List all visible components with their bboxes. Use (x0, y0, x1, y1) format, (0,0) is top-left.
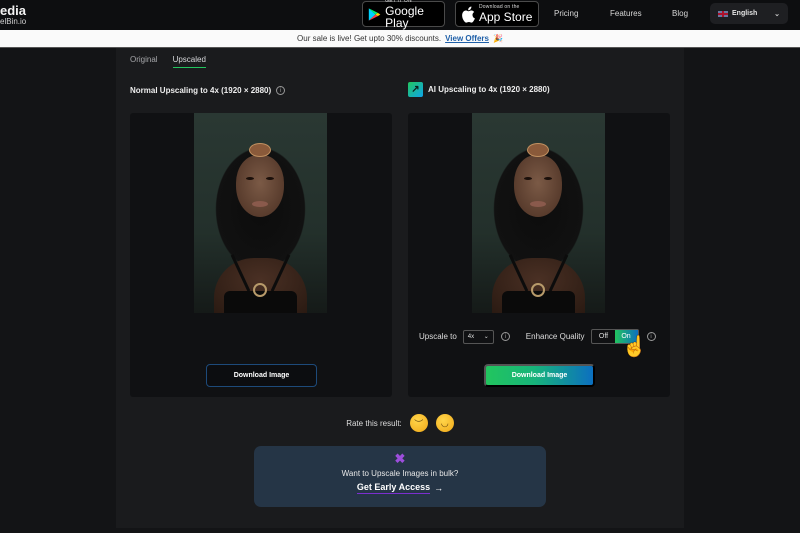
bulk-text: Want to Upscale Images in bulk? (341, 469, 459, 478)
app-store-big: App Store (479, 10, 533, 24)
app-store-button[interactable]: Download on the App Store (455, 1, 539, 27)
chevron-down-icon: ⌄ (774, 10, 780, 18)
view-tabs: Original Upscaled (130, 55, 206, 68)
rating-row: Rate this result: ︶ ◡ (116, 414, 684, 432)
download-ai-button[interactable]: Download Image (484, 364, 595, 387)
google-play-big: Google Play (385, 4, 424, 30)
happy-face-icon[interactable]: ◡ (435, 414, 454, 432)
tab-upscaled[interactable]: Upscaled (172, 55, 206, 68)
top-header: edia elBin.io GET IT ON Google Play Down… (0, 0, 800, 30)
ai-upscale-panel: Upscale to 4x ⌄ i Enhance Quality Off On… (408, 113, 670, 397)
google-play-button[interactable]: GET IT ON Google Play (362, 0, 445, 30)
toggle-off[interactable]: Off (592, 333, 616, 340)
upscale-arrow-icon: ↗ (408, 82, 423, 97)
language-label: English (732, 10, 758, 17)
ai-upscaling-label: AI Upscaling to 4x (1920 × 2880) (428, 85, 550, 94)
logo[interactable]: edia elBin.io (0, 2, 60, 28)
download-normal-button[interactable]: Download Image (206, 364, 317, 387)
rate-label: Rate this result: (346, 418, 402, 428)
arrow-right-icon: → (434, 483, 444, 493)
hand-cursor-icon: ☝ (622, 336, 647, 358)
ai-upscaling-title: ↗ AI Upscaling to 4x (1920 × 2880) (408, 82, 550, 97)
bulk-upscale-card: ✖ Want to Upscale Images in bulk? Get Ea… (254, 446, 546, 507)
get-early-access-label: Get Early Access (356, 482, 431, 494)
banner-text: Our sale is live! Get upto 30% discounts… (297, 34, 442, 43)
get-early-access-link[interactable]: Get Early Access → (356, 482, 444, 494)
language-selector[interactable]: English ⌄ (710, 3, 788, 24)
tab-original[interactable]: Original (130, 55, 158, 68)
view-offers-link[interactable]: View Offers (445, 34, 489, 43)
upscale-factor-select[interactable]: 4x ⌄ (462, 329, 494, 344)
bulk-grid-icon: ✖ (394, 451, 406, 466)
apple-icon (462, 6, 475, 23)
main-content: Original Upscaled Normal Upscaling to 4x… (116, 48, 684, 528)
info-icon[interactable]: i (646, 332, 656, 341)
nav-blog[interactable]: Blog (672, 9, 688, 18)
ai-upscaled-image (472, 113, 605, 313)
sad-face-icon[interactable]: ︶ (409, 414, 428, 432)
logo-subtitle: elBin.io (0, 17, 27, 26)
chevron-down-icon: ⌄ (483, 334, 489, 340)
normal-upscale-panel: Download Image (130, 113, 392, 397)
logo-title: edia (0, 3, 27, 18)
upscale-controls: Upscale to 4x ⌄ i Enhance Quality Off On… (419, 329, 656, 344)
normal-upscaling-title: Normal Upscaling to 4x (1920 × 2880) i (130, 86, 286, 95)
uk-flag-icon (718, 10, 728, 17)
info-icon[interactable]: i (276, 86, 286, 95)
sale-banner: Our sale is live! Get upto 30% discounts… (0, 30, 800, 48)
party-icon: 🎉 (492, 34, 503, 43)
upscale-factor-value: 4x (467, 333, 475, 340)
nav-pricing[interactable]: Pricing (554, 9, 578, 18)
google-play-icon (368, 7, 381, 21)
upscale-to-label: Upscale to (419, 332, 457, 341)
info-icon[interactable]: i (500, 332, 510, 341)
enhance-quality-label: Enhance Quality (525, 332, 585, 341)
nav-features[interactable]: Features (610, 9, 642, 18)
normal-upscaled-image (194, 113, 327, 313)
normal-upscaling-label: Normal Upscaling to 4x (1920 × 2880) (130, 86, 272, 95)
